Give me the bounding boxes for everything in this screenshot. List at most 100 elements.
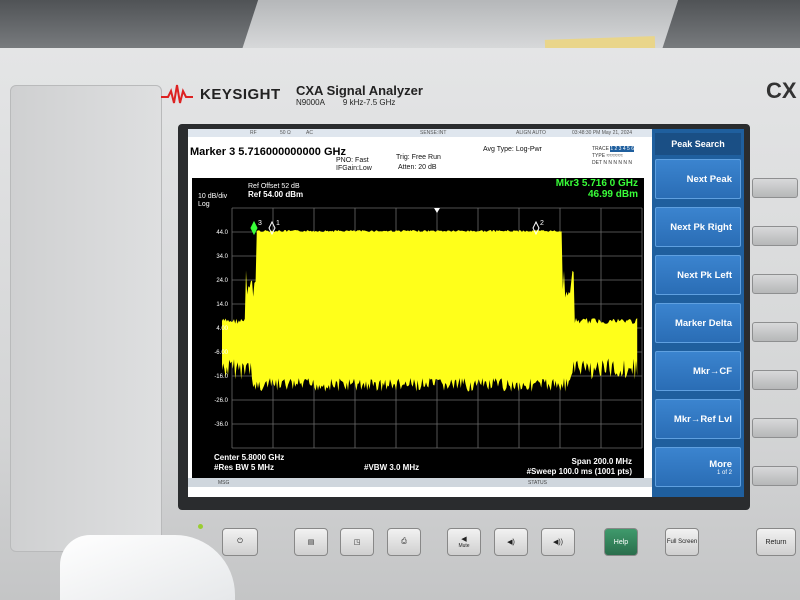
- mkr-to-cf-button[interactable]: Mkr→CF: [655, 351, 741, 391]
- speaker-low-icon: ◀): [507, 539, 515, 546]
- ifgain-setting: IFGain:Low: [336, 165, 372, 172]
- marker-delta-button[interactable]: Marker Delta: [655, 303, 741, 343]
- y-tick-label: -6.00: [214, 350, 228, 356]
- status-bar: MSG STATUS: [188, 478, 652, 487]
- det-label: DET: [592, 160, 602, 166]
- y-tick-label: 34.0: [216, 254, 228, 260]
- topbar-align: ALIGN AUTO: [516, 130, 546, 136]
- scale-label: 10 dB/div: [198, 193, 228, 200]
- y-tick-label: 14.0: [216, 302, 228, 308]
- volume-up-button[interactable]: ◀)): [541, 528, 575, 556]
- power-button[interactable]: ⏻: [222, 528, 258, 556]
- volume-down-button[interactable]: ◀): [494, 528, 528, 556]
- mute-button[interactable]: ◀ Mute: [447, 528, 481, 556]
- power-icon: ⏻: [237, 538, 243, 545]
- span: Span 200.0 MHz: [572, 457, 632, 466]
- help-label: Help: [613, 538, 629, 546]
- hw-softkey-2[interactable]: [752, 226, 798, 246]
- mkr-to-ref-lvl-button[interactable]: Mkr→Ref Lvl: [655, 399, 741, 439]
- type-label: TYPE: [592, 153, 606, 159]
- hw-softkey-7[interactable]: [752, 466, 798, 486]
- hw-softkey-4[interactable]: [752, 322, 798, 342]
- window-icon: ◳: [353, 539, 361, 546]
- cloth-foreground: [60, 535, 235, 600]
- model-title: CXA Signal Analyzer: [296, 83, 423, 98]
- topbar-ohm: 50 Ω: [280, 130, 291, 136]
- next-pk-right-button[interactable]: Next Pk Right: [655, 207, 741, 247]
- atten-setting: Atten: 20 dB: [398, 164, 437, 171]
- print-button[interactable]: ⎙: [387, 528, 421, 556]
- trigger-setting: Trig: Free Run: [396, 154, 441, 161]
- status-label: STATUS: [528, 480, 547, 486]
- softkey-menu-title: Peak Search: [655, 133, 741, 155]
- y-tick-label: 44.0: [216, 230, 228, 236]
- split-window-button[interactable]: ▤: [294, 528, 328, 556]
- center-freq: Center 5.8000 GHz: [214, 453, 284, 462]
- ref-level: Ref 54.00 dBm: [248, 190, 303, 199]
- marker-amp: 46.99 dBm: [588, 189, 638, 200]
- res-bw: #Res BW 5 MHz: [214, 463, 274, 472]
- marker-freq: Mkr3 5.716 0 GHz: [556, 178, 638, 189]
- mute-icon: ◀: [461, 536, 467, 543]
- topbar-rf: RF: [250, 130, 257, 136]
- ref-offset: Ref Offset 52 dB: [248, 183, 300, 190]
- brand-name: KEYSIGHT: [200, 85, 281, 103]
- help-button[interactable]: Help: [604, 528, 638, 556]
- full-screen-button[interactable]: Full Screen: [665, 528, 699, 556]
- trace-info-box: TRACE 1 2 3 4 5 6 TYPE ≈≈≈≈≈≈ DET N N N …: [592, 146, 634, 167]
- brand-block: KEYSIGHT: [160, 82, 281, 106]
- topbar-datetime: 03:48:30 PM May 21, 2024: [572, 130, 633, 136]
- y-tick-label: -26.0: [214, 398, 228, 404]
- y-tick-labels: 44.0 34.0 24.0 14.0 4.00 -6.00 -16.0 -26.0 -36.0: [214, 230, 228, 428]
- sweep-time: #Sweep 100.0 ms (1001 pts): [527, 467, 633, 476]
- analyzer-screen: RF 50 Ω AC SENSE:INT ALIGN AUTO 03:48:30…: [188, 129, 744, 497]
- series-label: CX: [766, 78, 797, 103]
- next-pk-left-button[interactable]: Next Pk Left: [655, 255, 741, 295]
- hw-softkey-5[interactable]: [752, 370, 798, 390]
- more-label: More: [709, 458, 732, 470]
- model-subtitle: N9000A 9 kHz-7.5 GHz: [296, 98, 423, 107]
- keysight-wave-logo-icon: [161, 84, 193, 104]
- window-button[interactable]: ◳: [340, 528, 374, 556]
- det-values: N N N N N N: [603, 160, 632, 166]
- return-button[interactable]: Return: [756, 528, 796, 556]
- spectrum-trace: [222, 230, 638, 392]
- vbw: #VBW 3.0 MHz: [364, 463, 419, 472]
- marker-number: 3: [258, 220, 262, 227]
- log-label: Log: [198, 201, 210, 208]
- more-page: 1 of 2: [716, 469, 732, 476]
- y-tick-label: 24.0: [216, 278, 228, 284]
- topbar-ac: AC: [306, 130, 313, 136]
- split-window-icon: ▤: [307, 539, 315, 546]
- hw-softkey-1[interactable]: [752, 178, 798, 198]
- hw-softkey-6[interactable]: [752, 418, 798, 438]
- screen-topbar: RF 50 Ω AC SENSE:INT ALIGN AUTO 03:48:30…: [188, 129, 652, 137]
- speaker-high-icon: ◀)): [552, 539, 564, 546]
- msg-label: MSG: [218, 480, 230, 486]
- trace-numbers: 1 2 3 4 5 6: [610, 146, 634, 152]
- y-tick-label: -36.0: [214, 422, 228, 428]
- y-tick-label: -16.0: [214, 374, 228, 380]
- marker-number: 1: [276, 220, 280, 227]
- full-screen-label: Full Screen: [666, 539, 698, 545]
- topbar-sense: SENSE:INT: [420, 130, 447, 136]
- avg-type: Avg Type: Log-Pwr: [483, 146, 542, 153]
- marker-readout: Marker 3 5.716000000000 GHz: [190, 146, 346, 158]
- model-block: CXA Signal Analyzer N9000A 9 kHz-7.5 GHz: [296, 83, 423, 107]
- softkey-menu: Peak Search Next Peak Next Pk Right Next…: [652, 129, 744, 497]
- trace-label: TRACE: [592, 146, 609, 152]
- more-button[interactable]: More 1 of 2: [655, 447, 741, 487]
- spectrum-graticule: 3 1 2 44.0 34.0 24.0 14.0 4.00 -6.00 -16.0 -26.0 -…: [198, 178, 643, 476]
- print-icon: ⎙: [401, 538, 407, 545]
- marker-number: 2: [540, 220, 544, 227]
- power-led: [198, 524, 203, 529]
- y-tick-label: 4.00: [216, 326, 228, 332]
- spectrum-plot: 3 1 2 44.0 34.0 24.0 14.0 4.00 -6.00 -16.0 -26.0 -…: [192, 178, 644, 478]
- hw-softkey-3[interactable]: [752, 274, 798, 294]
- model-number: N9000A: [296, 98, 325, 107]
- type-wave-icon: ≈≈≈≈≈≈: [606, 153, 623, 159]
- freq-range: 9 kHz-7.5 GHz: [342, 98, 396, 107]
- next-peak-button[interactable]: Next Peak: [655, 159, 741, 199]
- center-marker-icon: [434, 208, 440, 213]
- left-side-panel: [10, 85, 162, 552]
